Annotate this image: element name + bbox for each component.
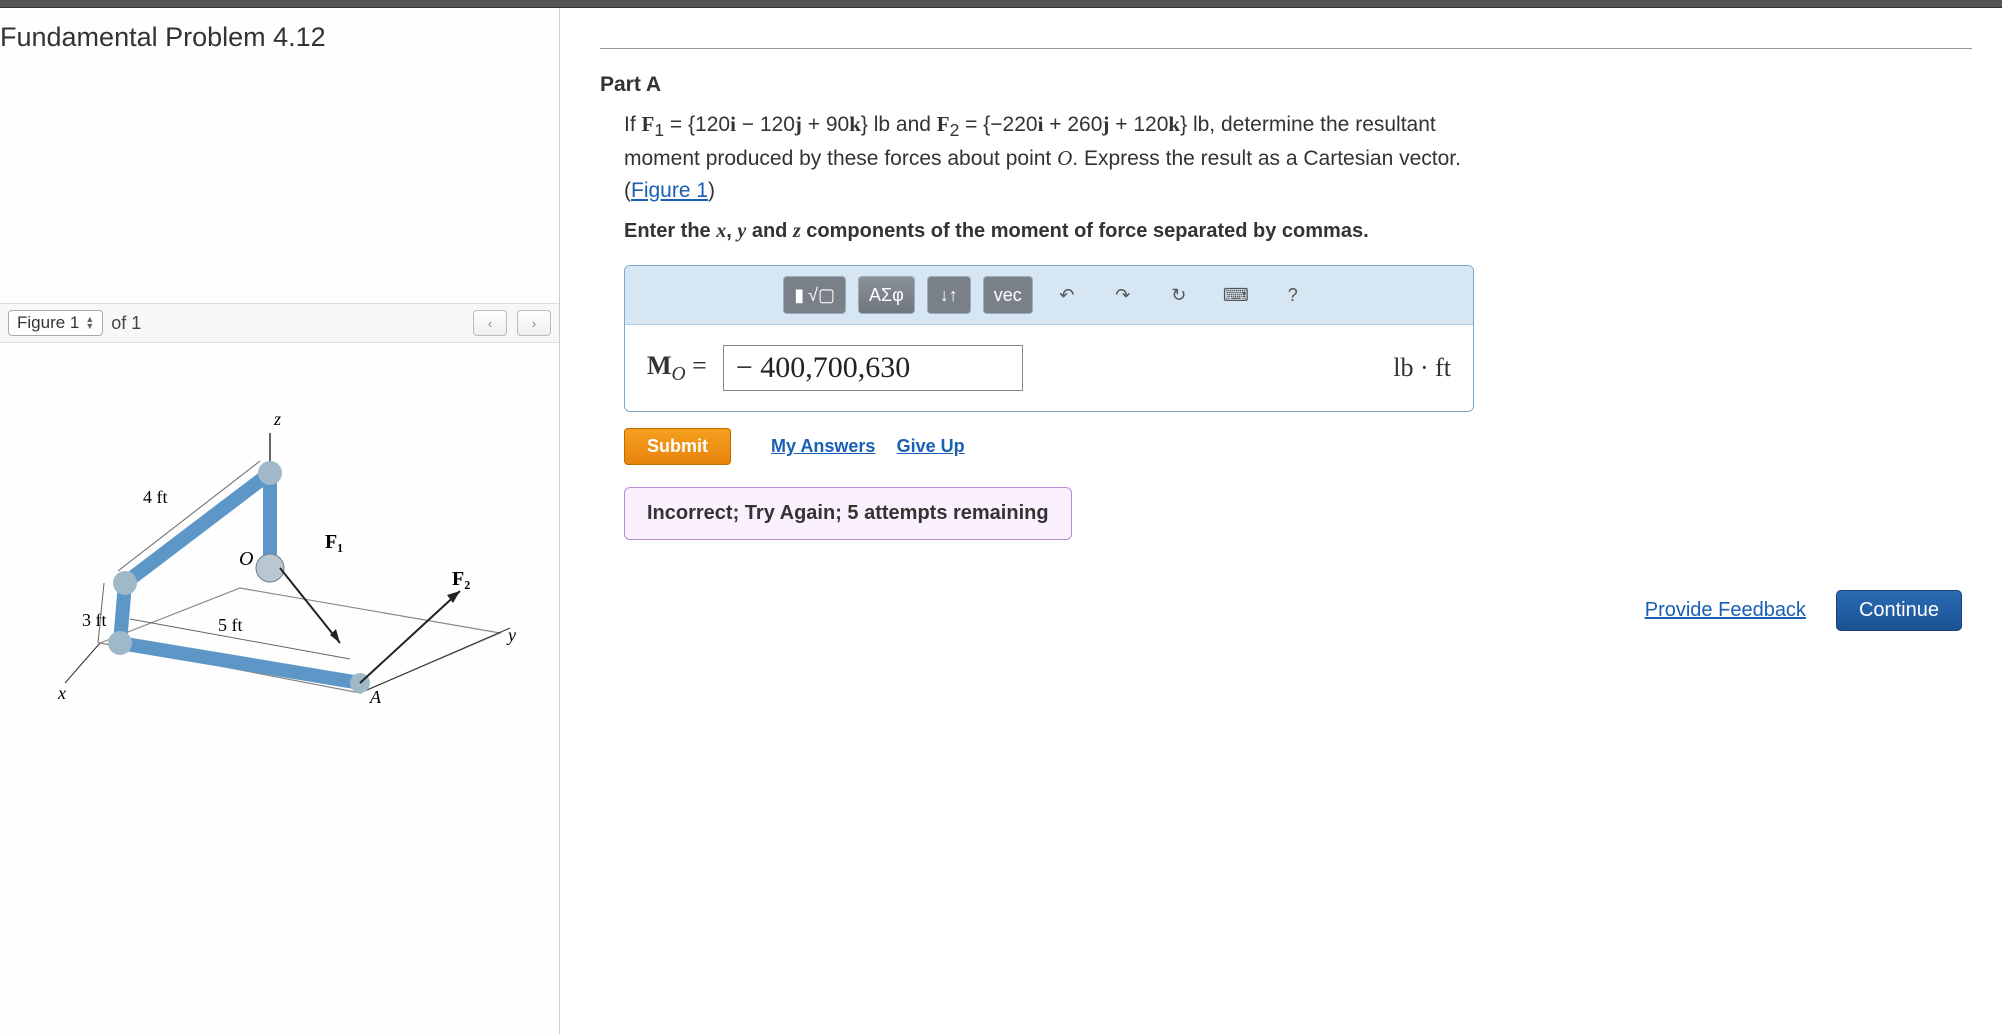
chevron-left-icon: ‹ <box>488 316 492 331</box>
templates-button[interactable]: ▮√▢ <box>783 276 846 314</box>
F2-sym: F <box>937 112 950 136</box>
txt: ) <box>708 179 715 202</box>
submit-button[interactable]: Submit <box>624 428 731 465</box>
txt: If <box>624 113 642 136</box>
txt: = {−220 <box>959 113 1037 136</box>
k-vec2: k <box>1168 112 1180 136</box>
z-var: z <box>793 220 801 242</box>
equation-toolbar: ▮√▢ ΑΣφ ↓↑ vec ↶ ↷ ↻ ⌨ ? <box>625 266 1473 325</box>
answer-units: lb · ft <box>1393 353 1451 383</box>
greek-label: ΑΣφ <box>869 285 904 306</box>
axis-z-label: z <box>273 409 281 429</box>
figure-box: z y x O A <box>0 343 559 743</box>
txt: = {120 <box>664 113 730 136</box>
answer-row: MO = lb · ft <box>625 325 1473 411</box>
answer-links: My Answers Give Up <box>771 436 981 458</box>
answer-instruction: Enter the x, y and z components of the m… <box>600 206 1972 249</box>
reset-button[interactable]: ↻ <box>1157 276 1201 314</box>
force-F2-label: F₂ <box>452 568 470 590</box>
submit-row: Submit My Answers Give Up <box>624 428 1972 465</box>
redo-button[interactable]: ↷ <box>1101 276 1145 314</box>
provide-feedback-link[interactable]: Provide Feedback <box>1645 599 1806 622</box>
txt: , <box>726 220 737 242</box>
continue-button[interactable]: Continue <box>1836 590 1962 631</box>
k-vec: k <box>849 112 861 136</box>
F2-sub: 2 <box>950 120 960 140</box>
M-sym: M <box>647 351 672 380</box>
equals: = <box>686 351 707 380</box>
answer-box: ▮√▢ ΑΣφ ↓↑ vec ↶ ↷ ↻ ⌨ ? MO = lb · ft <box>624 265 1474 412</box>
left-panel: Fundamental Problem 4.12 Figure 1 ▲▼ of … <box>0 8 560 1034</box>
txt: and <box>746 220 793 242</box>
M-sub: O <box>672 364 686 385</box>
problem-title: Fundamental Problem 4.12 <box>0 8 559 63</box>
vec-button[interactable]: vec <box>983 276 1033 314</box>
keyboard-button[interactable]: ⌨ <box>1213 276 1259 314</box>
dim-5ft: 5 ft <box>218 615 243 635</box>
subscript-button[interactable]: ↓↑ <box>927 276 971 314</box>
answer-input[interactable] <box>723 345 1023 391</box>
figure-next-button[interactable]: › <box>517 310 551 336</box>
footer-row: Provide Feedback Continue <box>600 590 1972 631</box>
my-answers-link[interactable]: My Answers <box>771 436 875 456</box>
force-F1-label: F₁ <box>325 531 343 553</box>
x-var: x <box>716 220 726 242</box>
point-A-label: A <box>369 687 382 707</box>
figure-bar: Figure 1 ▲▼ of 1 ‹ › <box>0 303 559 343</box>
figure-of-text: of 1 <box>111 313 141 334</box>
txt: − 120 <box>736 113 795 136</box>
F1-sub: 1 <box>654 120 664 140</box>
problem-statement: If F1 = {120i − 120j + 90k} lb and F2 = … <box>600 109 1480 206</box>
dim-3ft: 3 ft <box>82 610 107 630</box>
undo-icon: ↶ <box>1059 285 1074 306</box>
figure-link[interactable]: Figure 1 <box>631 179 708 202</box>
give-up-link[interactable]: Give Up <box>897 436 965 456</box>
help-button[interactable]: ? <box>1271 276 1315 314</box>
figure-selector[interactable]: Figure 1 ▲▼ <box>8 310 103 336</box>
figure-diagram: z y x O A <box>40 373 520 733</box>
figure-select-label: Figure 1 <box>17 313 79 333</box>
answer-variable: MO = <box>647 351 707 386</box>
updown-icon: ↓↑ <box>940 285 958 306</box>
y-var: y <box>737 220 746 242</box>
window-topbar <box>0 0 2002 8</box>
chevron-right-icon: › <box>532 316 536 331</box>
stepper-icon[interactable]: ▲▼ <box>85 316 94 330</box>
axis-y-label: y <box>506 625 516 645</box>
figure-nav: ‹ › <box>473 310 551 336</box>
txt: + 120 <box>1109 113 1168 136</box>
greek-button[interactable]: ΑΣφ <box>858 276 915 314</box>
reset-icon: ↻ <box>1171 285 1186 306</box>
point-O-label: O <box>239 548 253 570</box>
templates-icon: ▮ <box>794 285 804 306</box>
dim-4ft: 4 ft <box>143 487 168 507</box>
right-panel: Part A If F1 = {120i − 120j + 90k} lb an… <box>560 8 2002 1034</box>
txt: Enter the <box>624 220 716 242</box>
j-vec: j <box>795 112 802 136</box>
figure-prev-button[interactable]: ‹ <box>473 310 507 336</box>
F1-sym: F <box>642 112 655 136</box>
txt: } lb and <box>861 113 937 136</box>
vec-label: vec <box>994 285 1022 306</box>
sqrt-icon: √▢ <box>808 285 835 306</box>
txt: + 260 <box>1043 113 1102 136</box>
undo-button[interactable]: ↶ <box>1045 276 1089 314</box>
feedback-message: Incorrect; Try Again; 5 attempts remaini… <box>624 487 1072 540</box>
txt: + 90 <box>802 113 849 136</box>
main-container: Fundamental Problem 4.12 Figure 1 ▲▼ of … <box>0 8 2002 1034</box>
part-a-heading: Part A <box>600 48 1972 109</box>
redo-icon: ↷ <box>1115 285 1130 306</box>
keyboard-icon: ⌨ <box>1223 285 1249 306</box>
help-icon: ? <box>1288 285 1298 306</box>
txt: components of the moment of force separa… <box>801 220 1369 242</box>
axis-x-label: x <box>57 683 66 703</box>
O-var: O <box>1057 146 1072 170</box>
